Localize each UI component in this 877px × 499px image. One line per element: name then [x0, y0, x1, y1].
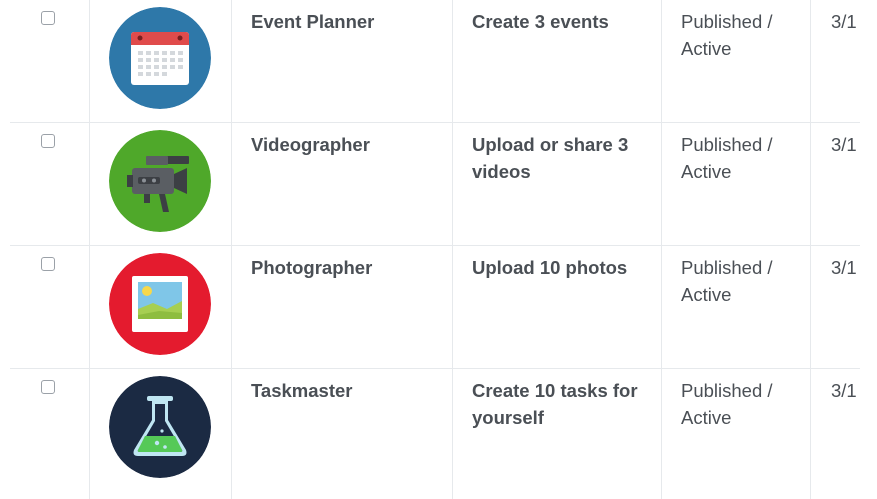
- column-divider: [89, 123, 90, 245]
- column-divider: [452, 0, 453, 122]
- column-divider: [89, 246, 90, 368]
- row-select-checkbox[interactable]: [41, 380, 55, 394]
- badge-criteria: Upload or share 3 videos: [472, 134, 629, 182]
- column-divider: [231, 369, 232, 499]
- badge-status: Published / Active: [681, 11, 773, 59]
- badge-name[interactable]: Videographer: [251, 131, 441, 158]
- badge-status: Published / Active: [681, 134, 773, 182]
- table-row[interactable]: Photographer Upload 10 photos Published …: [10, 246, 860, 369]
- table-row[interactable]: Event Planner Create 3 events Published …: [10, 0, 860, 123]
- column-divider: [661, 123, 662, 245]
- flask-icon: [109, 376, 211, 478]
- badge-status: Published / Active: [681, 380, 773, 428]
- badges-table: Event Planner Create 3 events Published …: [0, 0, 877, 499]
- column-divider: [810, 123, 811, 245]
- row-select-checkbox[interactable]: [41, 11, 55, 25]
- column-divider: [89, 369, 90, 499]
- badge-name[interactable]: Photographer: [251, 254, 441, 281]
- column-divider: [810, 369, 811, 499]
- photo-icon: [109, 253, 211, 355]
- badge-date: 3/1: [831, 134, 857, 155]
- badge-status: Published / Active: [681, 257, 773, 305]
- column-divider: [661, 246, 662, 368]
- column-divider: [452, 123, 453, 245]
- column-divider: [810, 246, 811, 368]
- badge-name[interactable]: Event Planner: [251, 8, 441, 35]
- row-select-checkbox[interactable]: [41, 134, 55, 148]
- table-row[interactable]: Taskmaster Create 10 tasks for yourself …: [10, 369, 860, 499]
- badge-name[interactable]: Taskmaster: [251, 377, 441, 404]
- column-divider: [452, 369, 453, 499]
- column-divider: [231, 246, 232, 368]
- badge-criteria: Upload 10 photos: [472, 257, 628, 278]
- column-divider: [452, 246, 453, 368]
- column-divider: [231, 0, 232, 122]
- column-divider: [231, 123, 232, 245]
- column-divider: [810, 0, 811, 122]
- column-divider: [89, 0, 90, 122]
- column-divider: [661, 369, 662, 499]
- badge-criteria: Create 3 events: [472, 11, 609, 32]
- badge-criteria: Create 10 tasks for yourself: [472, 380, 638, 428]
- column-divider: [661, 0, 662, 122]
- row-select-checkbox[interactable]: [41, 257, 55, 271]
- calendar-icon: [109, 7, 211, 109]
- video-camera-icon: [109, 130, 211, 232]
- badge-date: 3/1: [831, 380, 857, 401]
- badge-date: 3/1: [831, 257, 857, 278]
- badge-date: 3/1: [831, 11, 857, 32]
- table-row[interactable]: Videographer Upload or share 3 videos Pu…: [10, 123, 860, 246]
